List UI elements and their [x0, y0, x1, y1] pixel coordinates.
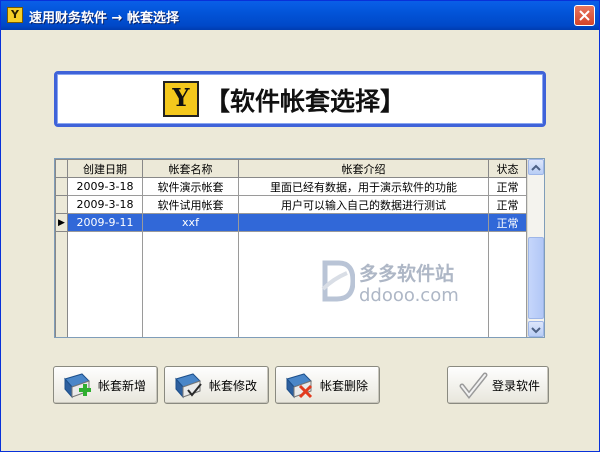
title-bar[interactable]: Y 速用财务软件 → 帐套选择 [1, 1, 599, 30]
add-button-label: 帐套新增 [98, 379, 147, 393]
cell-status[interactable]: 正常 [488, 213, 527, 232]
column-header-date[interactable]: 创建日期 [67, 159, 143, 178]
close-button[interactable] [574, 5, 595, 26]
account-set-grid[interactable]: 创建日期 帐套名称 帐套介绍 状态 2009-3-18 软件演示帐套 里面已经有… [54, 158, 545, 338]
cell-status[interactable]: 正常 [488, 195, 527, 214]
edit-account-set-button[interactable]: 帐套修改 [164, 366, 269, 404]
login-button-label: 登录软件 [492, 379, 541, 393]
row-indicator[interactable] [55, 195, 68, 214]
page-title: 【软件帐套选择】 [205, 87, 406, 116]
book-edit-icon [175, 373, 202, 399]
book-delete-icon [286, 373, 313, 399]
logo-icon: Y [163, 81, 199, 117]
checkmark-icon [459, 372, 488, 400]
current-row-indicator[interactable]: ▶ [55, 213, 68, 232]
column-header-status[interactable]: 状态 [488, 159, 527, 178]
cell-status[interactable]: 正常 [488, 177, 527, 196]
header-banner: Y 【软件帐套选择】 [54, 71, 546, 127]
edit-button-label: 帐套修改 [209, 379, 258, 393]
scroll-thumb[interactable] [528, 237, 544, 319]
cell-intro[interactable]: 用户可以输入自己的数据进行测试 [238, 195, 489, 214]
login-button[interactable]: 登录软件 [447, 366, 549, 404]
app-icon: Y [7, 7, 23, 23]
grid-table: 创建日期 帐套名称 帐套介绍 状态 2009-3-18 软件演示帐套 里面已经有… [55, 159, 527, 337]
row-indicator [55, 231, 68, 337]
column-header-intro[interactable]: 帐套介绍 [238, 159, 489, 178]
row-indicator[interactable] [55, 177, 68, 196]
watermark-title: 多多软件站 [359, 263, 455, 285]
table-row-selected[interactable]: ▶ 2009-9-11 xxf 正常 [55, 213, 527, 232]
table-row[interactable]: 2009-3-18 软件演示帐套 里面已经有数据，用于演示软件的功能 正常 [55, 177, 527, 196]
cell-name[interactable]: xxf [142, 213, 239, 232]
watermark-url: ddooo.com [359, 285, 459, 306]
vertical-scrollbar[interactable] [527, 159, 544, 337]
scroll-up-button[interactable] [528, 159, 544, 175]
table-row[interactable]: 2009-3-18 软件试用帐套 用户可以输入自己的数据进行测试 正常 [55, 195, 527, 214]
cell-date[interactable]: 2009-3-18 [67, 177, 143, 196]
delete-account-set-button[interactable]: 帐套删除 [275, 366, 380, 404]
cell-date[interactable]: 2009-3-18 [67, 195, 143, 214]
cell-intro[interactable]: 里面已经有数据，用于演示软件的功能 [238, 177, 489, 196]
cell-date[interactable]: 2009-9-11 [67, 213, 143, 232]
app-window: Y 速用财务软件 → 帐套选择 Y 【软件帐套选择】 创建日期 帐套名称 帐套介… [0, 0, 600, 452]
scroll-down-button[interactable] [528, 321, 544, 337]
chevron-down-icon [531, 327, 541, 334]
add-account-set-button[interactable]: 帐套新增 [53, 366, 158, 404]
cell-name[interactable]: 软件演示帐套 [142, 177, 239, 196]
close-icon [579, 10, 590, 21]
cell-name[interactable]: 软件试用帐套 [142, 195, 239, 214]
cell-intro[interactable] [238, 213, 489, 232]
column-header-name[interactable]: 帐套名称 [142, 159, 239, 178]
watermark-logo-icon [321, 260, 355, 302]
book-add-icon [64, 373, 91, 399]
grid-header-row: 创建日期 帐套名称 帐套介绍 状态 [55, 159, 527, 178]
window-title: 速用财务软件 → 帐套选择 [29, 11, 179, 26]
chevron-up-icon [531, 164, 541, 171]
row-indicator-header [55, 159, 68, 178]
delete-button-label: 帐套删除 [320, 379, 369, 393]
